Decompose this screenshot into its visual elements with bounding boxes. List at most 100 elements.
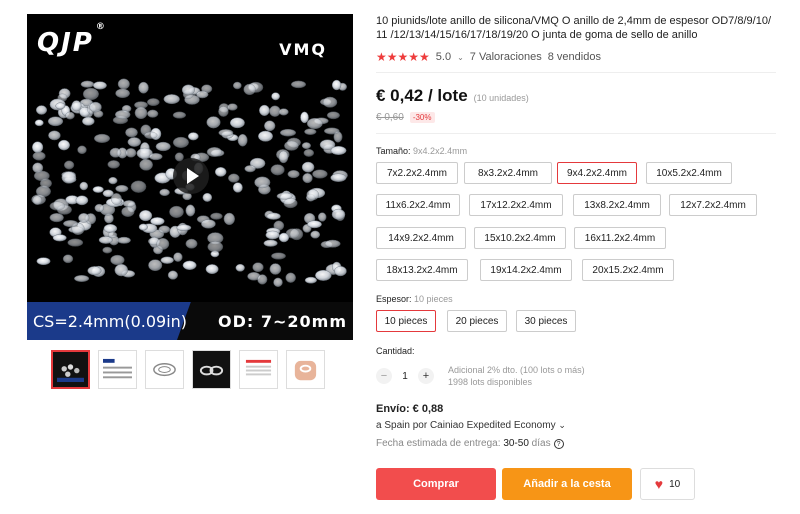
pellet	[82, 116, 95, 126]
pellet	[304, 128, 317, 135]
size-option[interactable]: 12x7.2x2.4mm	[669, 194, 757, 216]
pellet	[35, 105, 48, 115]
size-option[interactable]: 14x9.2x2.4mm	[376, 227, 466, 249]
pellet	[134, 106, 148, 120]
pellet	[121, 206, 135, 217]
carrier-selector[interactable]: Cainiao Expedited Economy	[430, 420, 556, 431]
pellet	[287, 170, 300, 179]
thickness-selected-value: 10 pieces	[414, 294, 453, 304]
quantity-value[interactable]: 1	[392, 371, 418, 382]
pellet	[196, 90, 209, 99]
pellet	[244, 165, 256, 173]
pellet	[228, 173, 240, 183]
thickness-label: Espesor: 10 pieces	[376, 294, 453, 304]
outer-diameter-label: OD: 7~20mm	[218, 312, 347, 331]
pellet	[264, 120, 276, 132]
pellet	[271, 252, 286, 260]
pellet	[110, 254, 125, 266]
thickness-option-selected[interactable]: 10 pieces	[376, 310, 436, 332]
size-option[interactable]: 15x10.2x2.4mm	[474, 227, 566, 249]
pellet	[331, 79, 342, 91]
pellet	[115, 88, 130, 99]
help-icon[interactable]: ?	[553, 439, 564, 449]
pellet	[146, 98, 160, 107]
pellet	[49, 213, 64, 223]
pellet	[210, 212, 223, 220]
size-option[interactable]: 16x11.2x2.4mm	[574, 227, 666, 249]
pellet	[156, 237, 170, 250]
thickness-option[interactable]: 30 pieces	[516, 310, 576, 332]
increase-quantity-button[interactable]: +	[418, 368, 434, 384]
thumbnail-2[interactable]	[98, 350, 137, 389]
pellet	[109, 147, 122, 158]
pellet	[32, 162, 44, 174]
pellet	[49, 201, 66, 211]
main-product-image[interactable]: QJP® VMQ CS=2.4mm(0.09in) OD: 7~20mm	[27, 14, 353, 340]
pellet	[181, 84, 195, 96]
thickness-option[interactable]: 20 pieces	[447, 310, 507, 332]
pellet	[92, 186, 104, 193]
size-option[interactable]: 10x5.2x2.4mm	[646, 162, 732, 184]
brand-logo: QJP®	[37, 22, 107, 58]
pellet	[237, 133, 248, 147]
pellet	[108, 176, 118, 185]
play-video-icon[interactable]	[173, 158, 209, 194]
buy-now-button[interactable]: Comprar	[376, 468, 496, 500]
pellet	[322, 96, 338, 108]
wishlist-button[interactable]: ♥ 10	[640, 468, 695, 500]
add-to-cart-button[interactable]: Añadir a la cesta	[502, 468, 632, 500]
size-option-selected[interactable]: 9x4.2x2.4mm	[557, 162, 637, 184]
pellet	[92, 81, 107, 90]
thumbnail-4[interactable]	[192, 350, 231, 389]
size-option[interactable]: 8x3.2x2.4mm	[464, 162, 552, 184]
pellet	[285, 272, 296, 283]
size-option[interactable]: 18x13.2x2.4mm	[376, 259, 468, 281]
pellet	[67, 238, 84, 247]
price-row: € 0,42 / lote (10 unidades)	[376, 86, 776, 106]
size-option[interactable]: 17x12.2x2.4mm	[469, 194, 563, 216]
pellet	[48, 130, 61, 141]
thumbnail-5[interactable]	[239, 350, 278, 389]
pellet	[63, 160, 75, 170]
pellet	[163, 94, 180, 105]
pellet	[232, 182, 243, 193]
pellet	[159, 188, 170, 197]
shipping-cost: Envío: € 0,88	[376, 403, 444, 415]
review-count[interactable]: 7 Valoraciones	[470, 51, 542, 63]
pellet	[107, 160, 120, 169]
thumbnail-6[interactable]	[286, 350, 325, 389]
pellet	[279, 128, 297, 137]
thumbnail-1[interactable]	[51, 350, 90, 389]
pellet	[55, 102, 66, 110]
chevron-down-icon[interactable]: ⌄	[558, 420, 566, 430]
pellet	[301, 142, 311, 150]
pellet	[202, 192, 213, 202]
pellet	[62, 254, 74, 264]
pellet	[232, 81, 242, 90]
pellet	[125, 127, 138, 138]
pellet	[52, 234, 67, 242]
size-option[interactable]: 7x2.2x2.4mm	[376, 162, 458, 184]
pellet	[315, 269, 332, 281]
size-option[interactable]: 19x14.2x2.4mm	[480, 259, 572, 281]
pellet	[306, 189, 320, 201]
pellet	[317, 212, 327, 222]
size-option[interactable]: 20x15.2x2.4mm	[582, 259, 674, 281]
pellet	[263, 239, 278, 247]
pellet	[278, 232, 290, 243]
size-option[interactable]: 13x8.2x2.4mm	[573, 194, 661, 216]
pellet	[205, 264, 219, 275]
thumbnail-strip	[51, 350, 325, 389]
decrease-quantity-button[interactable]: −	[376, 368, 392, 384]
units-per-lot: (10 unidades)	[473, 93, 529, 103]
size-option[interactable]: 11x6.2x2.4mm	[376, 194, 460, 216]
pellet	[169, 205, 184, 218]
chevron-down-icon[interactable]: ⌄	[457, 53, 464, 62]
pellet	[324, 239, 341, 248]
pellet	[303, 148, 315, 157]
pellet	[176, 224, 192, 231]
rating-row: ★★★★★ 5.0 ⌄ 7 Valoraciones 8 vendidos	[376, 50, 776, 64]
thumbnail-3[interactable]	[145, 350, 184, 389]
pellet	[284, 140, 299, 151]
pellet	[306, 117, 323, 130]
